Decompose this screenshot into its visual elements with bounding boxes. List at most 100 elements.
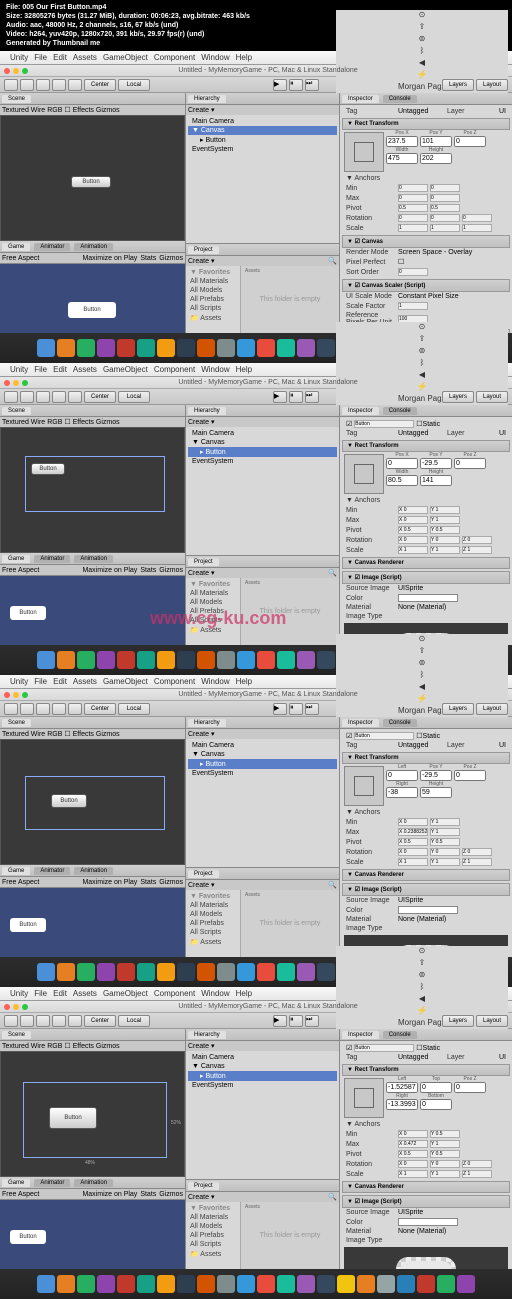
pos-x-input[interactable] (386, 136, 418, 147)
val-input[interactable] (454, 458, 486, 469)
dock-app-icon[interactable] (237, 963, 255, 981)
step-button-icon[interactable]: ⏭ (305, 391, 319, 403)
val-input[interactable] (420, 787, 452, 798)
filter-item[interactable]: All Models (188, 1222, 238, 1231)
dock-app-icon[interactable] (177, 1275, 195, 1293)
minimize-icon[interactable] (13, 1004, 19, 1010)
minimize-icon[interactable] (13, 380, 19, 386)
menu-item[interactable]: GameObject (103, 53, 148, 62)
dock-app-icon[interactable] (237, 651, 255, 669)
rect-tool-icon[interactable] (68, 391, 82, 403)
hierarchy-item-canvas[interactable]: ▼ Canvas (188, 1062, 337, 1071)
menu-item[interactable]: Component (154, 365, 195, 374)
create-dropdown[interactable]: Create ▾ (188, 1193, 214, 1201)
close-icon[interactable] (4, 692, 10, 698)
volume-icon[interactable]: ◀ (419, 370, 425, 379)
dock-app-icon[interactable] (217, 339, 235, 357)
dock-app-icon[interactable] (57, 1275, 75, 1293)
hierarchy-item[interactable]: EventSystem (188, 1081, 337, 1090)
hierarchy-item[interactable]: EventSystem (188, 145, 337, 154)
dock-app-icon[interactable] (217, 1275, 235, 1293)
layout-dropdown[interactable]: Layout (476, 1015, 508, 1027)
scene-view[interactable]: 48%52% Button (0, 1051, 185, 1177)
layers-dropdown[interactable]: Layers (442, 1015, 474, 1027)
rect-tool-icon[interactable] (68, 703, 82, 715)
animation-tab[interactable]: Animation (74, 1179, 113, 1187)
pivot-rotation-button[interactable]: Local (118, 1015, 150, 1027)
dock-app-icon[interactable] (37, 339, 55, 357)
game-view[interactable]: Button (0, 887, 185, 957)
dock-app-icon[interactable] (237, 1275, 255, 1293)
battery-icon[interactable]: ⚡ (417, 694, 427, 703)
component-header[interactable]: ▼ ☑ Image (Script) (342, 571, 510, 584)
layout-dropdown[interactable]: Layout (476, 703, 508, 715)
console-tab[interactable]: Console (383, 719, 417, 727)
hand-tool-icon[interactable] (4, 391, 18, 403)
hierarchy-item-button[interactable]: ▸ Button (188, 135, 337, 145)
filter-item[interactable]: All Models (188, 598, 238, 607)
user-name[interactable]: Morgan Page (398, 1018, 446, 1027)
menu-item[interactable]: GameObject (103, 677, 148, 686)
dock-app-icon[interactable] (57, 963, 75, 981)
inspector-panel[interactable]: ☑☐Static TagUntaggedLayerUI ▼ Rect Trans… (340, 417, 512, 645)
animator-tab[interactable]: Animator (34, 243, 70, 251)
favorites-folder[interactable]: ▼ Favorites (188, 892, 238, 901)
anchor-preset-icon[interactable] (344, 1078, 384, 1118)
project-tab[interactable]: Project (188, 1182, 219, 1190)
menu-item[interactable]: Edit (53, 365, 67, 374)
val-input[interactable] (420, 1082, 452, 1093)
val-input[interactable] (386, 1099, 418, 1110)
breadcrumb[interactable]: Assets (245, 892, 260, 898)
menu-item[interactable]: Help (236, 989, 252, 998)
project-tab[interactable]: Project (188, 558, 219, 566)
pivot-rotation-button[interactable]: Local (118, 79, 150, 91)
menu-item[interactable]: Component (154, 989, 195, 998)
dock-app-icon[interactable] (277, 651, 295, 669)
status-icon[interactable]: ⊙ (419, 946, 426, 955)
project-content[interactable]: Assets This folder is empty (241, 890, 339, 957)
menu-item[interactable]: Component (154, 53, 195, 62)
status-icon[interactable]: ⇪ (419, 958, 426, 967)
dock-app-icon[interactable] (317, 339, 335, 357)
dock-app-icon[interactable] (257, 1275, 275, 1293)
dock-app-icon[interactable] (117, 1275, 135, 1293)
animator-tab[interactable]: Animator (34, 1179, 70, 1187)
dock-app-icon[interactable] (137, 963, 155, 981)
dock-app-icon[interactable] (37, 963, 55, 981)
console-tab[interactable]: Console (383, 95, 417, 103)
minimize-icon[interactable] (13, 68, 19, 74)
dock-app-icon[interactable] (317, 651, 335, 669)
dock-app-icon[interactable] (217, 963, 235, 981)
hierarchy-tab[interactable]: Hierarchy (188, 95, 226, 103)
scene-view[interactable]: Button (0, 739, 185, 865)
close-icon[interactable] (4, 1004, 10, 1010)
button-gameobject[interactable]: Button (49, 1107, 97, 1129)
game-tab[interactable]: Game (2, 555, 30, 563)
component-header[interactable]: ▼ Canvas Renderer (342, 869, 510, 881)
wifi-icon[interactable]: ⊚ (419, 34, 426, 43)
hierarchy-item[interactable]: Main Camera (188, 429, 337, 438)
scale-tool-icon[interactable] (52, 79, 66, 91)
project-sidebar[interactable]: ▼ Favorites All Materials All Models All… (186, 266, 241, 333)
dock-app-icon[interactable] (77, 339, 95, 357)
minimize-icon[interactable] (13, 692, 19, 698)
hierarchy-item[interactable]: EventSystem (188, 769, 337, 778)
project-sidebar[interactable]: ▼ Favorites All Materials All Models All… (186, 890, 241, 957)
hand-tool-icon[interactable] (4, 703, 18, 715)
menu-item[interactable]: Component (154, 677, 195, 686)
dock-app-icon[interactable] (277, 1275, 295, 1293)
assets-folder[interactable]: 📁 Assets (188, 937, 238, 947)
filter-item[interactable]: All Models (188, 910, 238, 919)
dock-app-icon[interactable] (117, 339, 135, 357)
menu-item[interactable]: File (34, 989, 47, 998)
selection-rect[interactable] (25, 776, 165, 830)
menu-item[interactable]: Edit (53, 677, 67, 686)
filter-item[interactable]: All Materials (188, 277, 238, 286)
create-dropdown[interactable]: Create ▾ (188, 881, 214, 889)
step-button-icon[interactable]: ⏭ (305, 703, 319, 715)
wifi-icon[interactable]: ⊚ (419, 346, 426, 355)
status-icon[interactable]: ⇪ (419, 646, 426, 655)
inspector-panel[interactable]: TagUntaggedLayerUI ▼ Rect Transform Pos … (340, 105, 512, 333)
dock-app-icon[interactable] (137, 651, 155, 669)
menu-item[interactable]: Help (236, 53, 252, 62)
